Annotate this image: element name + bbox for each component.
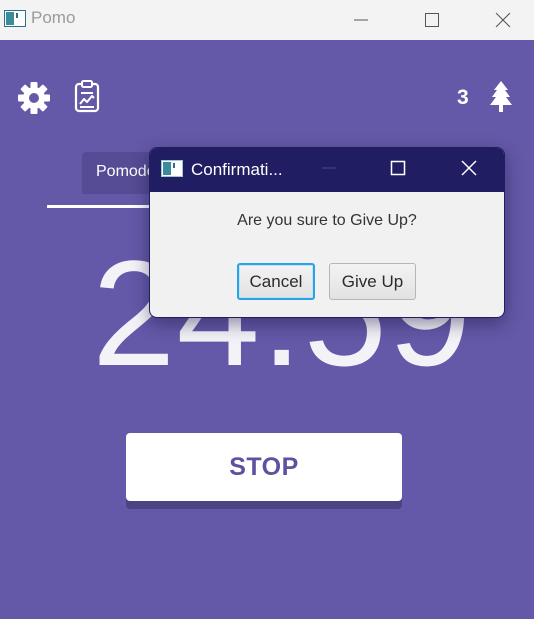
- close-button[interactable]: [480, 0, 526, 40]
- dialog-titlebar: Confirmati...: [150, 148, 504, 192]
- cancel-button[interactable]: Cancel: [237, 263, 315, 300]
- dialog-close-button[interactable]: [446, 148, 492, 192]
- stop-button[interactable]: STOP: [126, 433, 402, 501]
- gear-icon: [17, 81, 51, 120]
- maximize-button[interactable]: [409, 0, 455, 40]
- app-icon: [4, 10, 26, 27]
- tree-count: 3: [457, 86, 469, 109]
- window-title: Pomo: [31, 8, 76, 27]
- tab-active-indicator: [47, 205, 157, 208]
- app-icon: [161, 160, 183, 177]
- minimize-icon: [353, 12, 369, 28]
- minimize-button[interactable]: [338, 0, 384, 40]
- dialog-message: Are you sure to Give Up?: [237, 212, 417, 229]
- forest-button[interactable]: [486, 80, 516, 116]
- give-up-button[interactable]: Give Up: [329, 263, 416, 300]
- confirmation-dialog: Confirmati... Are you sure to Give Up? C…: [149, 147, 505, 318]
- pine-tree-icon: [487, 79, 515, 118]
- report-button[interactable]: [72, 79, 102, 118]
- dialog-maximize-button[interactable]: [375, 148, 421, 192]
- window-titlebar: Pomo: [0, 0, 534, 40]
- clipboard-chart-icon: [73, 79, 101, 118]
- dialog-minimize-button: [306, 148, 352, 192]
- settings-button[interactable]: [16, 81, 52, 120]
- close-icon: [495, 12, 511, 28]
- maximize-icon: [424, 12, 440, 28]
- maximize-icon: [390, 160, 406, 181]
- close-icon: [461, 159, 477, 181]
- minimize-icon: [321, 160, 337, 181]
- dialog-title: Confirmati...: [191, 160, 283, 179]
